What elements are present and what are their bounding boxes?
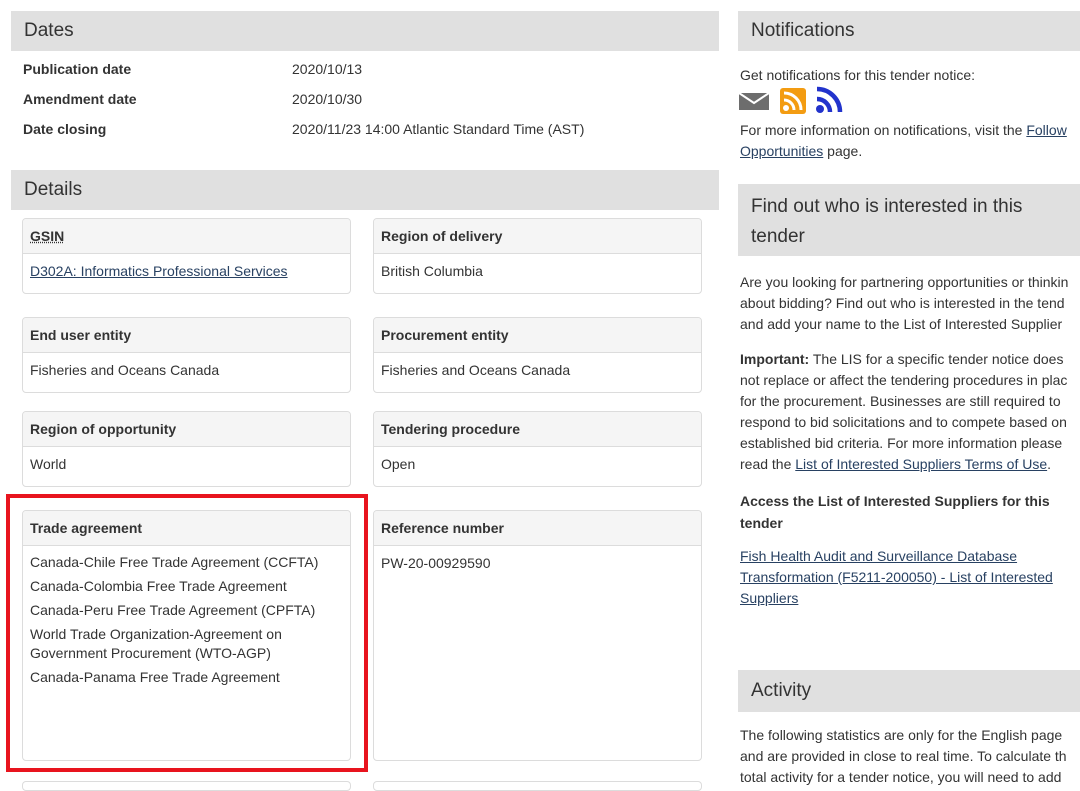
activity-l1: The following statistics are only for th… (740, 727, 1063, 743)
activity-l3: total activity for a tender notice, you … (740, 769, 1062, 785)
notifications-intro: Get notifications for this tender notice… (740, 67, 976, 83)
region-opportunity-panel: Region of opportunity World (22, 411, 351, 487)
interested-p1-l1: Are you looking for partnering opportuni… (740, 274, 1069, 290)
region-opportunity-label: Region of opportunity (23, 412, 350, 447)
rss-icon[interactable] (780, 88, 806, 114)
publication-date-label: Publication date (23, 61, 132, 77)
publication-date-value: 2020/10/13 (292, 61, 363, 77)
date-closing-label: Date closing (23, 121, 107, 137)
activity-header: Activity (738, 670, 1080, 712)
reference-panel: Reference number PW-20-00929590 (373, 510, 702, 761)
interested-p2-l5: established bid criteria. For more infor… (740, 435, 1063, 451)
tendering-value: Open (381, 456, 416, 472)
feed-icon[interactable] (815, 86, 845, 114)
tendering-panel: Tendering procedure Open (373, 411, 702, 487)
lis-tender-link[interactable]: Fish Health Audit and Surveillance Datab… (740, 547, 1053, 608)
amendment-date-label: Amendment date (23, 91, 137, 107)
activity-l2: and are provided in close to real time. … (740, 748, 1067, 764)
end-user-label: End user entity (23, 318, 350, 353)
interested-p2-l1: Important: The LIS for a specific tender… (740, 351, 1064, 367)
end-user-panel: End user entity Fisheries and Oceans Can… (22, 317, 351, 393)
notifications-more-info: For more information on notifications, v… (740, 122, 1067, 138)
gsin-link[interactable]: D302A: Informatics Professional Services (30, 263, 288, 279)
interested-p2-l6: read the List of Interested Suppliers Te… (740, 456, 1052, 472)
end-user-value: Fisheries and Oceans Canada (30, 362, 220, 378)
gsin-label: GSIN (23, 219, 350, 254)
interested-p1-l3: and add your name to the List of Interes… (740, 316, 1063, 332)
tendering-label: Tendering procedure (374, 412, 701, 447)
follow-opportunities-link[interactable]: Follow (1026, 122, 1066, 138)
next-panel-right (373, 781, 702, 791)
date-closing-value: 2020/11/23 14:00 Atlantic Standard Time … (292, 121, 585, 137)
gsin-panel: GSIN D302A: Informatics Professional Ser… (22, 218, 351, 294)
access-lis-heading: Access the List of Interested Suppliers … (740, 493, 1050, 531)
procurement-value: Fisheries and Oceans Canada (381, 362, 571, 378)
amendment-date-value: 2020/10/30 (292, 91, 363, 107)
region-opportunity-value: World (30, 456, 67, 472)
interested-p2-l3: for the procurement. Businesses are stil… (740, 393, 1061, 409)
region-delivery-panel: Region of delivery British Columbia (373, 218, 702, 294)
interested-header: Find out who is interested in this tende… (738, 184, 1080, 256)
reference-label: Reference number (374, 511, 701, 546)
notifications-more-info-2: Opportunities page. (740, 143, 863, 159)
procurement-panel: Procurement entity Fisheries and Oceans … (373, 317, 702, 393)
region-delivery-value: British Columbia (381, 263, 483, 279)
reference-value: PW-20-00929590 (381, 555, 491, 571)
highlight-box (6, 494, 368, 772)
region-delivery-label: Region of delivery (374, 219, 701, 254)
email-icon[interactable] (738, 90, 770, 112)
interested-p2-l4: respond to bid solicitations and to comp… (740, 414, 1067, 430)
notifications-header: Notifications (738, 11, 1080, 51)
lis-terms-link[interactable]: List of Interested Suppliers Terms of Us… (795, 456, 1047, 472)
follow-opportunities-link-2[interactable]: Opportunities (740, 143, 823, 159)
interested-p1-l2: about bidding? Find out who is intereste… (740, 295, 1065, 311)
dates-header: Dates (11, 11, 719, 51)
details-header: Details (11, 170, 719, 210)
procurement-label: Procurement entity (374, 318, 701, 353)
next-panel-left (22, 781, 351, 791)
interested-p2-l2: not replace or affect the tendering proc… (740, 372, 1068, 388)
